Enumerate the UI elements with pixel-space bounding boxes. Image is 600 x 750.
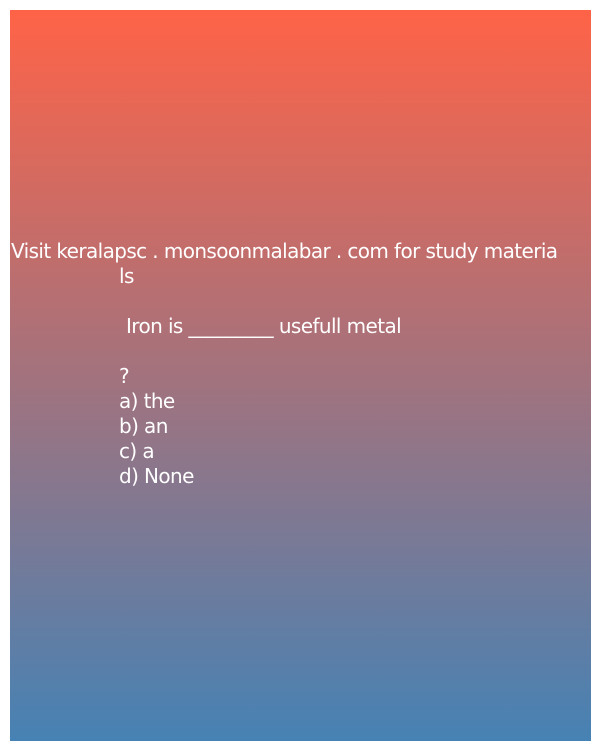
option-a: a) the [119, 389, 175, 413]
option-b: b) an [119, 414, 168, 438]
site-promo-line-1: Visit keralapsc . monsoonmalabar . com f… [11, 239, 558, 263]
question-text: Iron is _________ usefull metal [126, 314, 402, 338]
question-mark: ? [119, 364, 130, 388]
question-card: Visit keralapsc . monsoonmalabar . com f… [10, 10, 591, 741]
option-d: d) None [119, 464, 194, 488]
site-promo-line-2: ls [119, 264, 134, 288]
option-c: c) a [119, 439, 155, 463]
